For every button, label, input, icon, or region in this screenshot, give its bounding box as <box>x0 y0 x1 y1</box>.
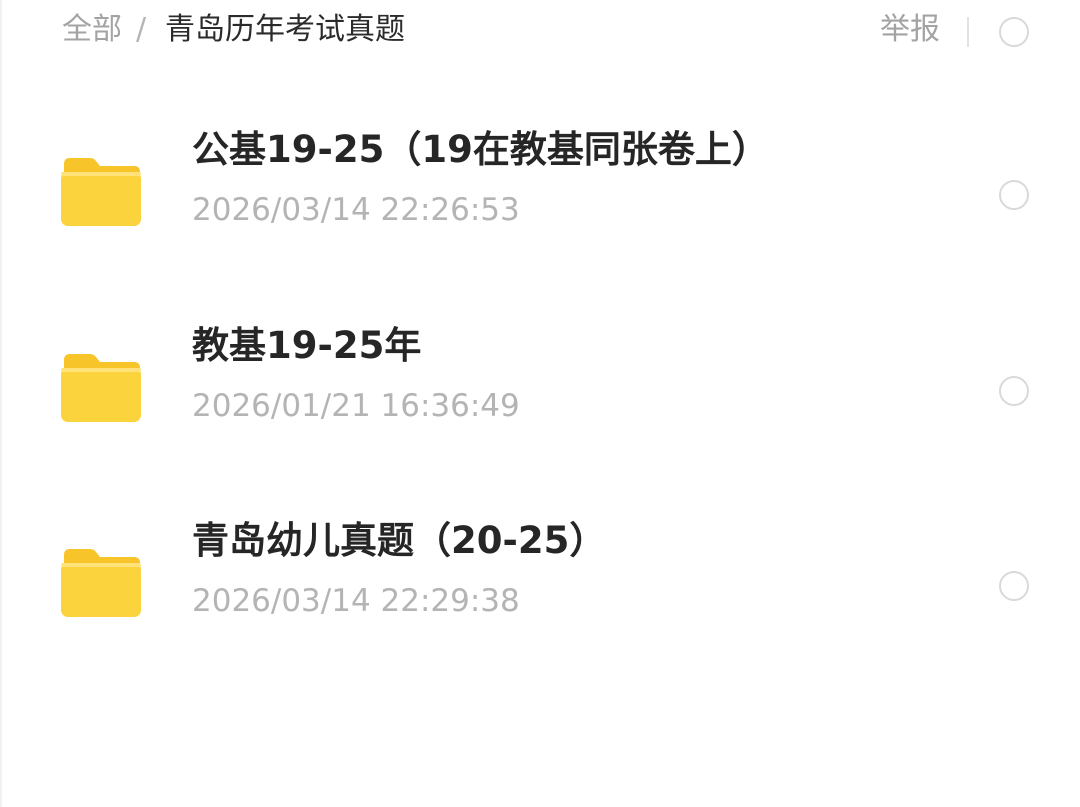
file-name: 青岛幼儿真题（20-25） <box>192 519 607 562</box>
folder-icon <box>61 549 141 617</box>
file-name: 教基19-25年 <box>192 324 422 367</box>
breadcrumb-root[interactable]: 全部 <box>62 10 122 50</box>
file-date: 2026/03/14 22:26:53 <box>192 192 520 228</box>
breadcrumb-separator: / <box>136 12 147 47</box>
folder-icon <box>61 158 141 226</box>
file-select-radio[interactable] <box>999 180 1029 210</box>
select-all-radio[interactable] <box>999 17 1029 47</box>
header-divider <box>967 17 969 47</box>
file-date: 2026/01/21 16:36:49 <box>192 388 520 424</box>
report-button[interactable]: 举报 <box>880 10 940 50</box>
file-select-radio[interactable] <box>999 571 1029 601</box>
file-select-radio[interactable] <box>999 376 1029 406</box>
folder-icon <box>61 354 141 422</box>
file-row[interactable]: 教基19-25年 2026/01/21 16:36:49 <box>0 320 1080 470</box>
breadcrumb-current: 青岛历年考试真题 <box>165 12 405 47</box>
file-row[interactable]: 公基19-25（19在教基同张卷上） 2026/03/14 22:26:53 <box>0 124 1080 274</box>
file-row[interactable]: 青岛幼儿真题（20-25） 2026/03/14 22:29:38 <box>0 515 1080 665</box>
file-name: 公基19-25（19在教基同张卷上） <box>192 128 769 171</box>
top-bar: 全部 / 青岛历年考试真题 举报 <box>0 0 1080 64</box>
file-date: 2026/03/14 22:29:38 <box>192 583 520 619</box>
